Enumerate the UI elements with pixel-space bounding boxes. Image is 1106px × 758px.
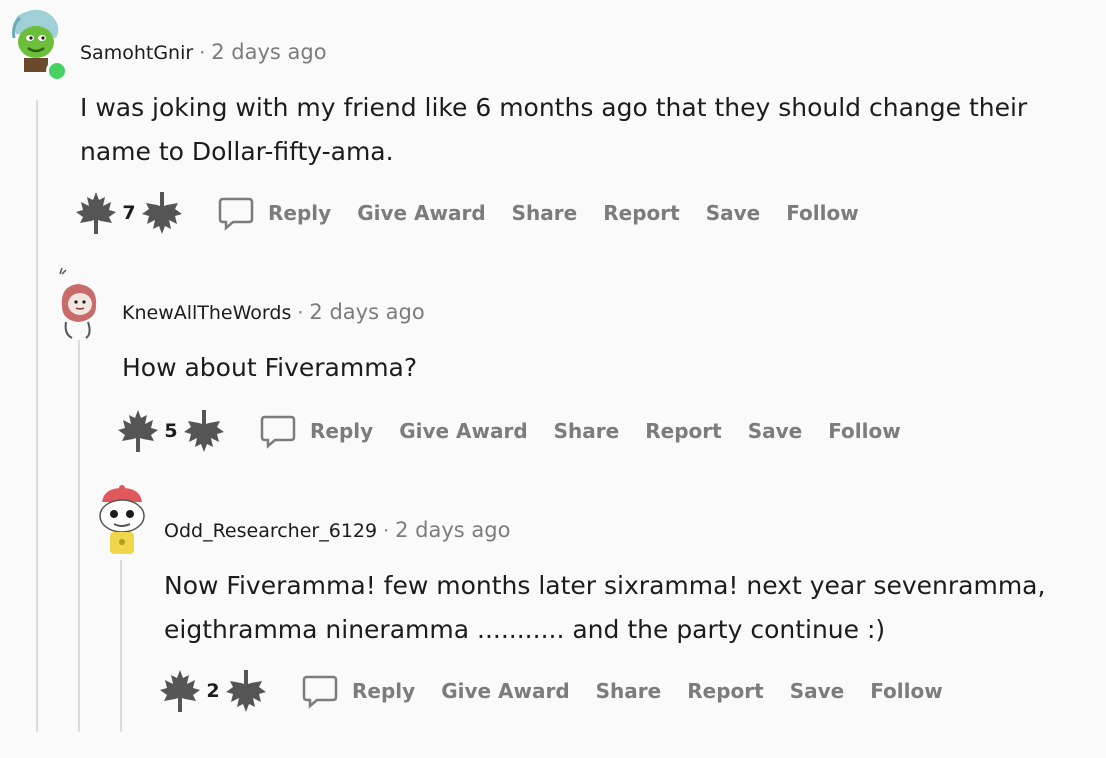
save-button[interactable]: Save — [790, 679, 845, 703]
follow-button[interactable]: Follow — [828, 419, 901, 443]
downvote-icon[interactable] — [140, 190, 184, 236]
downvote-icon[interactable] — [182, 408, 226, 454]
meta-separator: · — [199, 42, 206, 64]
upvote-icon[interactable] — [116, 408, 160, 454]
give-award-button[interactable]: Give Award — [357, 201, 485, 225]
comment-actions: 5 Reply Give Award Share Report Save Fol… — [116, 408, 927, 454]
comment-meta: Odd_Researcher_6129 · 2 days ago — [164, 518, 510, 542]
share-button[interactable]: Share — [554, 419, 620, 443]
save-button[interactable]: Save — [706, 201, 761, 225]
vote-count: 5 — [164, 420, 178, 442]
downvote-icon[interactable] — [224, 668, 268, 714]
upvote-icon[interactable] — [74, 190, 118, 236]
comment-actions: 2 Reply Give Award Share Report Save Fol… — [158, 668, 969, 714]
comment-body-line: name to Dollar-fifty-ama. — [80, 137, 394, 166]
follow-button[interactable]: Follow — [870, 679, 943, 703]
comment-actions: 7 Reply Give Award Share Report Save Fol… — [74, 190, 885, 236]
timestamp[interactable]: 2 days ago — [395, 518, 510, 542]
comment-body-line: How about Fiveramma? — [122, 353, 418, 382]
comment-body-line: I was joking with my friend like 6 month… — [80, 93, 1028, 122]
comment-meta: SamohtGnir · 2 days ago — [80, 40, 327, 64]
report-button[interactable]: Report — [645, 419, 721, 443]
speech-bubble-icon — [218, 197, 254, 231]
reply-button[interactable]: Reply — [302, 673, 415, 709]
share-button[interactable]: Share — [512, 201, 578, 225]
timestamp[interactable]: 2 days ago — [309, 300, 424, 324]
thread-line-level-1[interactable] — [36, 100, 38, 732]
reply-button[interactable]: Reply — [218, 195, 331, 231]
comment-body: Now Fiveramma! few months later sixramma… — [164, 564, 1045, 652]
username[interactable]: Odd_Researcher_6129 — [164, 520, 377, 542]
report-button[interactable]: Report — [603, 201, 679, 225]
upvote-icon[interactable] — [158, 668, 202, 714]
reply-button[interactable]: Reply — [260, 413, 373, 449]
speech-bubble-icon — [260, 415, 296, 449]
user-avatar-icon[interactable] — [52, 266, 106, 340]
save-button[interactable]: Save — [748, 419, 803, 443]
speech-bubble-icon — [302, 675, 338, 709]
give-award-button[interactable]: Give Award — [441, 679, 569, 703]
follow-button[interactable]: Follow — [786, 201, 859, 225]
vote-count: 2 — [206, 680, 220, 702]
username[interactable]: SamohtGnir — [80, 42, 193, 64]
meta-separator: · — [297, 302, 304, 324]
timestamp[interactable]: 2 days ago — [211, 40, 326, 64]
comment-body: How about Fiveramma? — [122, 346, 417, 390]
reply-label: Reply — [268, 201, 332, 225]
meta-separator: · — [383, 520, 390, 542]
comment-meta: KnewAllTheWords · 2 days ago — [122, 300, 425, 324]
give-award-button[interactable]: Give Award — [399, 419, 527, 443]
comment-thread: SamohtGnir · 2 days ago I was joking with … — [0, 0, 1106, 758]
share-button[interactable]: Share — [596, 679, 662, 703]
online-status-indicator — [46, 60, 68, 82]
comment-body-line: Now Fiveramma! few months later sixramma… — [164, 571, 1046, 600]
vote-count: 7 — [122, 202, 136, 224]
thread-line-level-2[interactable] — [78, 340, 80, 732]
reply-label: Reply — [352, 679, 416, 703]
report-button[interactable]: Report — [687, 679, 763, 703]
thread-line-level-3[interactable] — [120, 560, 122, 732]
user-avatar-icon[interactable] — [94, 484, 150, 558]
comment-body-line: eigthramma nineramma ........... and the… — [164, 615, 886, 644]
comment-body: I was joking with my friend like 6 month… — [80, 86, 1027, 174]
username[interactable]: KnewAllTheWords — [122, 302, 291, 324]
reply-label: Reply — [310, 419, 374, 443]
